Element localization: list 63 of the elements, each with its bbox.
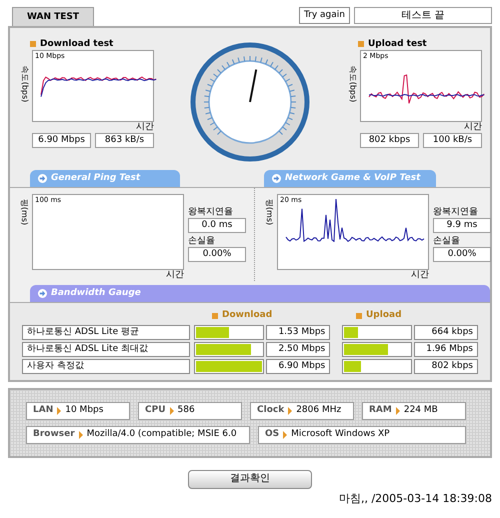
value-field: 863 kB/s xyxy=(95,133,154,148)
axis-label: 속도(bps) xyxy=(19,64,30,104)
axis-label: 핑(ms) xyxy=(264,198,275,228)
time-label: 시간 xyxy=(464,122,482,133)
loss-label: 손실율 xyxy=(433,235,461,247)
info-label: OS xyxy=(265,428,280,441)
try-again-button[interactable]: Try again xyxy=(298,7,350,24)
loss-field: 0.00% xyxy=(433,247,491,262)
caret-icon xyxy=(78,430,83,438)
result-button[interactable]: 결과확인 xyxy=(188,470,312,488)
speed-cell: 2.50 Mbps xyxy=(266,342,330,356)
caret-icon xyxy=(396,406,400,414)
time-label: 시간 xyxy=(166,270,184,281)
info-value: 586 xyxy=(178,404,195,417)
row-label: 하나로통신 ADSL Lite 최대값 xyxy=(22,342,190,356)
caret-icon xyxy=(57,406,62,414)
loss-label: 손실율 xyxy=(188,235,216,247)
info-label: RAM xyxy=(369,404,392,417)
column-header: Download xyxy=(222,309,272,322)
arrow-icon xyxy=(38,174,47,183)
info-value: 10 Mbps xyxy=(65,404,104,417)
info-label: CPU xyxy=(145,404,166,417)
column-header: Upload xyxy=(366,309,402,322)
info-label: Clock xyxy=(257,404,284,417)
time-label: 시간 xyxy=(136,122,154,133)
bullet-icon xyxy=(356,312,362,319)
speed-cell: 6.90 Mbps xyxy=(266,358,330,374)
info-value: Microsoft Windows XP xyxy=(291,428,390,441)
caret-icon xyxy=(283,430,288,438)
caret-icon xyxy=(288,406,292,414)
value-field: 100 kB/s xyxy=(423,133,482,148)
axis-label: 속도(bps) xyxy=(347,64,358,104)
delay-field: 0.0 ms xyxy=(188,218,246,233)
panel-title: Upload test xyxy=(368,38,427,50)
status-field: 테스트 끝 xyxy=(354,7,492,24)
bullet-icon xyxy=(212,312,218,319)
speed-cell: 1.53 Mbps xyxy=(266,324,330,340)
speed-cell: 1.96 Mbps xyxy=(414,342,478,356)
timestamp: 마침,, /2005-03-14 18:39:08 xyxy=(338,490,492,506)
delay-field: 9.9 ms xyxy=(433,218,491,233)
info-value: 2806 MHz xyxy=(296,404,342,417)
speed-cell: 664 kbps xyxy=(414,324,478,340)
info-label: Browser xyxy=(33,428,75,441)
info-value: Mozilla/4.0 (compatible; MSIE 6.0 xyxy=(86,428,237,441)
panel-title: Download test xyxy=(40,38,114,50)
arrow-icon xyxy=(272,174,281,183)
value-field: 802 kbps xyxy=(360,133,419,148)
delay-label: 왕복지연율 xyxy=(188,206,234,218)
info-value: 224 MB xyxy=(404,404,438,417)
speed-cell: 802 kbps xyxy=(414,358,478,374)
caret-icon xyxy=(170,406,174,414)
value-field: 6.90 Mbps xyxy=(32,133,91,148)
loss-field: 0.00% xyxy=(188,247,246,262)
bullet-icon xyxy=(30,41,36,47)
row-label: 사용자 측정값 xyxy=(22,358,190,374)
axis-label: 핑(ms) xyxy=(19,198,30,228)
arrow-icon xyxy=(38,289,47,298)
time-label: 시간 xyxy=(411,270,429,281)
bullet-icon xyxy=(358,41,364,47)
row-label: 하나로통신 ADSL Lite 평균 xyxy=(22,324,190,340)
info-label: LAN xyxy=(33,404,54,417)
wan-test-tab[interactable]: WAN TEST xyxy=(12,7,94,26)
delay-label: 왕복지연율 xyxy=(433,206,479,218)
